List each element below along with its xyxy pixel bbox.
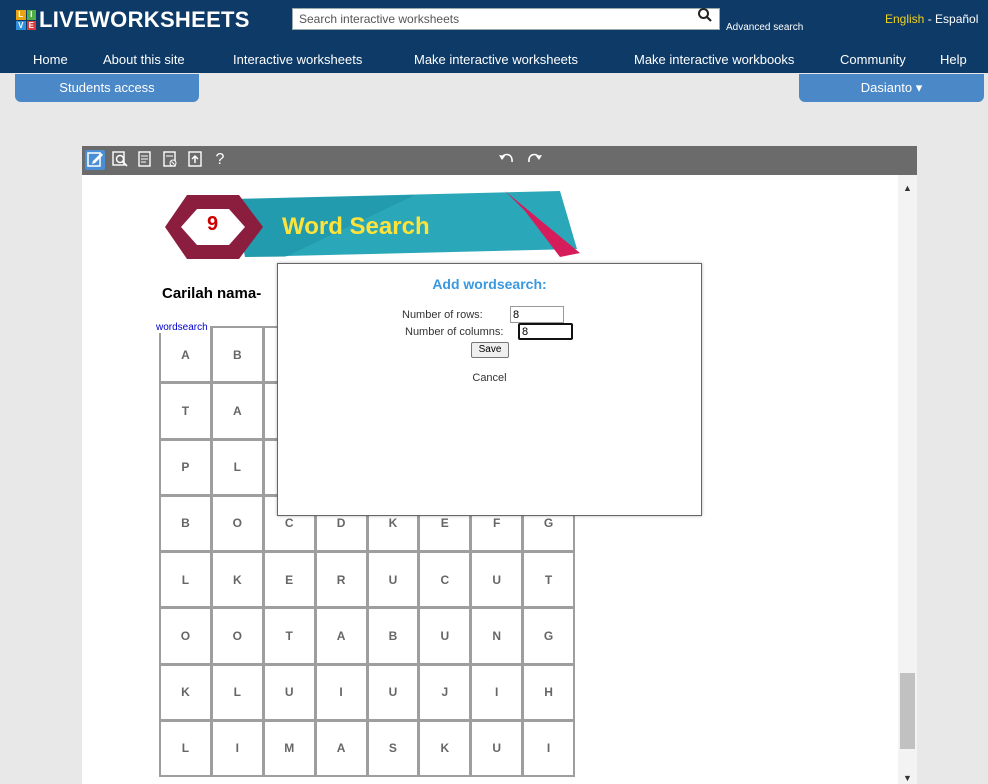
lang-espanol-link[interactable]: Español [935,12,978,26]
grid-cell[interactable]: O [212,609,262,663]
user-menu-button[interactable]: Dasianto ▾ [799,74,984,102]
nav-help[interactable]: Help [940,52,967,67]
grid-cell[interactable]: L [161,721,210,775]
user-name: Dasianto [860,80,913,95]
answers-icon[interactable] [135,150,155,170]
upload-icon[interactable] [185,150,205,170]
vertical-scrollbar[interactable]: ▲ ▼ [898,175,917,784]
logo-text: LIVEWORKSHEETS [39,7,250,32]
grid-cell[interactable]: C [420,553,470,607]
grid-cell[interactable]: I [524,721,573,775]
edit-icon[interactable] [85,150,105,170]
search-icon[interactable] [697,7,717,27]
students-access-button[interactable]: Students access [15,74,199,102]
lang-english-link[interactable]: English [885,12,924,26]
grid-cell[interactable]: K [212,553,262,607]
grid-cell[interactable]: R [316,553,366,607]
grid-cell[interactable]: J [420,665,470,719]
instruction-text: Carilah nama- [162,285,262,302]
rows-label: Number of rows: [402,309,483,321]
grid-cell[interactable]: K [161,665,210,719]
grid-cell[interactable]: U [472,721,522,775]
grid-cell[interactable]: I [316,665,366,719]
grid-cell[interactable]: U [264,665,314,719]
logo-mark-icon: L I V E [16,10,36,30]
grid-cell[interactable]: M [264,721,314,775]
scroll-down-icon[interactable]: ▼ [903,773,912,783]
nav-home[interactable]: Home [33,52,68,67]
grid-cell[interactable]: P [161,440,210,494]
redo-icon[interactable] [524,150,544,170]
wordsearch-label: wordsearch [154,322,210,333]
top-header: L I V E LIVEWORKSHEETS Search interactiv… [0,0,988,45]
grid-cell[interactable]: I [472,665,522,719]
chevron-down-icon: ▾ [915,80,923,95]
search-input[interactable]: Search interactive worksheets [292,8,720,30]
grid-cell[interactable]: N [472,609,522,663]
grid-cell[interactable]: T [161,384,210,438]
grid-cell[interactable]: A [316,609,366,663]
preview-icon[interactable] [110,150,130,170]
nav-make-worksheets[interactable]: Make interactive worksheets [414,52,578,67]
banner-number: 9 [207,213,219,235]
grid-cell[interactable]: L [161,553,210,607]
grid-cell[interactable]: H [524,665,573,719]
lang-separator: - [924,12,936,26]
grid-cell[interactable]: U [420,609,470,663]
grid-cell[interactable]: B [161,496,210,550]
grid-cell[interactable]: B [212,328,262,382]
grid-cell[interactable]: T [524,553,573,607]
rows-input[interactable] [510,306,564,323]
site-logo[interactable]: L I V E LIVEWORKSHEETS [16,7,250,33]
grid-cell[interactable]: U [368,553,418,607]
cancel-link[interactable]: Cancel [278,372,701,384]
grid-cell[interactable]: A [212,384,262,438]
advanced-search-link[interactable]: Advanced search [726,22,803,33]
undo-icon[interactable] [497,150,517,170]
dialog-title: Add wordsearch: [432,276,547,292]
columns-input[interactable] [518,323,573,340]
nav-community[interactable]: Community [840,52,906,67]
add-wordsearch-dialog: Add wordsearch: Number of rows: Number o… [277,263,702,516]
grid-cell[interactable]: S [368,721,418,775]
scroll-thumb[interactable] [900,673,915,749]
nav-interactive-worksheets[interactable]: Interactive worksheets [233,52,362,67]
grid-cell[interactable]: O [161,609,210,663]
grid-cell[interactable]: G [524,609,573,663]
grid-cell[interactable]: L [212,665,262,719]
grid-cell[interactable]: A [316,721,366,775]
grid-cell[interactable]: A [161,328,210,382]
nav-make-workbooks[interactable]: Make interactive workbooks [634,52,794,67]
grid-cell[interactable]: T [264,609,314,663]
grid-cell[interactable]: U [368,665,418,719]
grid-cell[interactable]: L [212,440,262,494]
help-icon[interactable]: ? [210,150,230,170]
language-switch: English - Español [885,12,978,26]
columns-label: Number of columns: [405,326,504,338]
nav-about[interactable]: About this site [103,52,185,67]
main-nav: Home About this site Interactive workshe… [0,45,988,73]
grid-cell[interactable]: E [264,553,314,607]
delete-page-icon[interactable] [160,150,180,170]
grid-cell[interactable]: O [212,496,262,550]
grid-cell[interactable]: K [420,721,470,775]
scroll-up-icon[interactable]: ▲ [903,183,912,193]
grid-cell[interactable]: U [472,553,522,607]
grid-cell[interactable]: I [212,721,262,775]
banner-title: Word Search [282,213,430,240]
grid-cell[interactable]: B [368,609,418,663]
save-button[interactable]: Save [471,342,509,358]
editor-toolbar: ? [82,146,917,175]
